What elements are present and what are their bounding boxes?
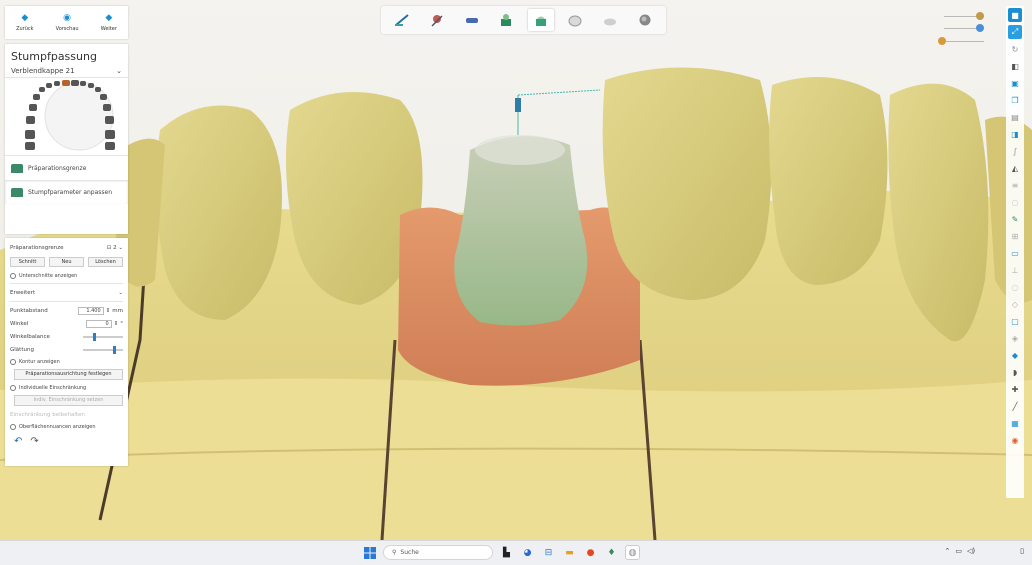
stack-icon[interactable]: ≡ [1008, 178, 1022, 192]
advanced-header[interactable]: Erweitert ⌄ [10, 286, 123, 299]
die-step-icon [11, 187, 23, 197]
keep-limit-option: Einschränkung beibehalten [10, 411, 85, 418]
margin-step-icon [11, 163, 23, 173]
angle-input[interactable]: 0 [85, 319, 112, 328]
chevron-down-icon: ⌄ [118, 289, 123, 296]
filter-icon[interactable]: ◇ [1008, 297, 1022, 311]
preview-button[interactable]: ◉ Vorschau [56, 12, 79, 32]
color-wheel-icon[interactable]: ◉ [1008, 433, 1022, 447]
navigation-panel: ◆ Zurück ◉ Vorschau ◆ Weiter [5, 6, 128, 39]
smoothing-slider[interactable] [83, 345, 123, 354]
point-distance-input[interactable]: 1.400 [77, 306, 104, 315]
cut-button[interactable]: Schnitt [10, 257, 45, 267]
workflow-panel: Stumpfpassung Verblendkappe 21 ⌄ Präpara… [5, 44, 128, 234]
link-icon: ⊡ [106, 244, 112, 251]
blank-icon[interactable]: ○ [1008, 280, 1022, 294]
curve-icon[interactable]: ∫ [1008, 144, 1022, 158]
layers-icon[interactable]: ▣ [1008, 76, 1022, 90]
undo-icon[interactable]: ↶ [14, 436, 22, 447]
tool-wax-icon[interactable] [424, 9, 450, 31]
chevron-down-icon: ⌄ [116, 67, 122, 75]
move-icon[interactable]: ✚ [1008, 382, 1022, 396]
selected-tooth [62, 80, 70, 86]
active-app-icon[interactable]: ◍ [625, 545, 640, 560]
windows-start-icon[interactable] [362, 545, 377, 560]
next-button[interactable]: ◆ Weiter [101, 12, 117, 32]
top-toolbar [381, 6, 666, 34]
tag-icon[interactable]: ◈ [1008, 331, 1022, 345]
show-surface-checkbox[interactable]: Oberflächennuancen anzeigen [10, 421, 123, 432]
stepper-icon[interactable]: ⇕ [106, 308, 111, 314]
ruler-icon[interactable]: ▭ [1008, 246, 1022, 260]
copy-icon[interactable]: ❐ [1008, 93, 1022, 107]
tool-die-fit-icon[interactable] [527, 9, 554, 31]
step-preparation-line[interactable]: Präparationsgrenze [5, 156, 128, 180]
individual-limit-checkbox[interactable]: Individuelle Einschränkung [10, 382, 123, 393]
back-button[interactable]: ◆ Zurück [16, 12, 33, 32]
taskbar: ⚲ Suche ▙ ◕ ⊟ ▬ ● ♦ ◍ ⌃ ▭ ◁) ▯ [0, 540, 1032, 565]
prep-line-header[interactable]: Präparationsgrenze ⊡ 2 ⌄ [10, 241, 123, 254]
grid-icon[interactable]: ⊞ [1008, 229, 1022, 243]
die-icon[interactable] [976, 24, 984, 32]
dental-model-render [0, 67, 1032, 540]
tray-chevron-icon[interactable]: ⌃ [945, 547, 951, 555]
annotation-icon[interactable]: ✎ [1008, 212, 1022, 226]
remote-desktop-icon[interactable]: ⊟ [541, 545, 556, 560]
undercuts-checkbox[interactable]: Unterschnitte anzeigen [10, 270, 123, 281]
stepper-icon[interactable]: ⇕ [114, 321, 119, 327]
tool-cap-icon[interactable] [597, 9, 623, 31]
task-view-icon[interactable]: ▙ [499, 545, 514, 560]
shield-icon[interactable]: ◗ [1008, 365, 1022, 379]
arrow-left-icon: ◆ [21, 12, 29, 23]
page-title: Stumpfpassung [11, 50, 97, 63]
line-icon[interactable]: ╱ [1008, 399, 1022, 413]
tooth-chart[interactable] [5, 78, 128, 156]
fit-view-icon[interactable]: ⤢ [1008, 25, 1022, 39]
dental-app-icon[interactable]: ♦ [604, 545, 619, 560]
visibility-sliders [936, 8, 992, 52]
tool-globe-icon[interactable] [632, 9, 658, 31]
show-contour-checkbox[interactable]: Kontur anzeigen [10, 356, 123, 367]
export-icon[interactable]: ▦ [1008, 416, 1022, 430]
set-direction-button[interactable]: Präparationsausrichtung festlegen [14, 369, 123, 380]
chat-icon[interactable]: ◕ [520, 545, 535, 560]
lower-jaw-icon[interactable] [938, 37, 946, 45]
search-icon: ⚲ [392, 549, 397, 556]
step-die-parameters[interactable]: Stumpfparameter anpassen [5, 180, 128, 204]
clipboard-icon[interactable]: ▤ [1008, 110, 1022, 124]
tool-knife-icon[interactable] [389, 9, 415, 31]
firefox-icon[interactable]: ● [583, 545, 598, 560]
new-button[interactable]: Neu [49, 257, 84, 267]
camera-icon[interactable]: ◧ [1008, 59, 1022, 73]
restoration-select[interactable]: Verblendkappe 21 ⌄ [5, 65, 128, 78]
lower-visibility-slider[interactable] [944, 41, 984, 42]
brush-icon[interactable]: ◆ [1008, 348, 1022, 362]
settings-panel: Präparationsgrenze ⊡ 2 ⌄ Schnitt Neu Lös… [5, 238, 128, 466]
network-icon[interactable]: ▭ [955, 547, 962, 555]
view-icon[interactable]: ■ [1008, 8, 1022, 22]
taskbar-search-input[interactable]: ⚲ Suche [383, 545, 493, 560]
tool-scan-icon[interactable] [459, 9, 485, 31]
eye-icon: ◉ [63, 12, 72, 23]
3d-viewport[interactable] [0, 0, 1032, 540]
notification-icon[interactable]: ▯ [1020, 547, 1024, 555]
angle-balance-slider[interactable] [83, 332, 123, 341]
upper-jaw-icon[interactable] [976, 12, 984, 20]
redo-icon[interactable]: ↷ [30, 436, 38, 447]
rotate-icon[interactable]: ↻ [1008, 42, 1022, 56]
axis-icon[interactable]: ⊥ [1008, 263, 1022, 277]
volume-icon[interactable]: ◁) [967, 547, 975, 555]
arrow-right-icon: ◆ [105, 12, 113, 23]
section-icon[interactable]: ◨ [1008, 127, 1022, 141]
tool-margin-icon[interactable] [493, 9, 519, 31]
right-toolbar: ■ ⤢ ↻ ◧ ▣ ❐ ▤ ◨ ∫ ◭ ≡ ○ ✎ ⊞ ▭ ⊥ ○ ◇ ▢ ◈ … [1006, 6, 1024, 498]
set-limit-button[interactable]: Indiv. Einschränkung setzen [14, 395, 123, 406]
disabled-tool-icon[interactable]: ○ [1008, 195, 1022, 209]
tool-crown-icon[interactable] [562, 9, 588, 31]
screenshot-icon[interactable]: ▢ [1008, 314, 1022, 328]
file-explorer-icon[interactable]: ▬ [562, 545, 577, 560]
delete-button[interactable]: Löschen [88, 257, 123, 267]
measure-icon[interactable]: ◭ [1008, 161, 1022, 175]
